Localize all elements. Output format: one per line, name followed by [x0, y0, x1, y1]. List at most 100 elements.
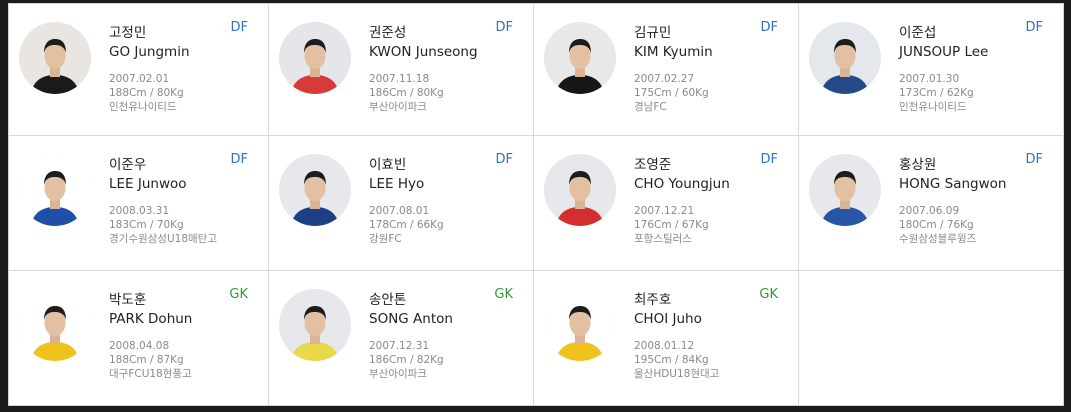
player-grid: DF 고정민 GO Jungmin 2007.02.01 188Cm / 80Kg 인천유… — [9, 4, 1063, 405]
player-info: 이준섭 JUNSOUP Lee 2007.01.30 173Cm / 62Kg 인천유나… — [899, 24, 988, 114]
player-meta: 2007.08.01 178Cm / 66Kg 강원FC — [369, 204, 444, 246]
player-birthdate: 2008.01.12 — [634, 340, 695, 352]
player-photo — [544, 22, 616, 94]
player-silhouette-icon — [19, 22, 91, 94]
player-height-weight: 180Cm / 76Kg — [899, 219, 974, 231]
player-silhouette-icon — [809, 22, 881, 94]
position-label: DF — [230, 20, 249, 35]
player-info: 홍상원 HONG Sangwon 2007.06.09 180Cm / 76Kg 수원삼… — [899, 156, 1006, 246]
player-team: 포항스틸러스 — [634, 233, 692, 245]
position-label: DF — [495, 152, 514, 167]
player-english-name: JUNSOUP Lee — [899, 44, 989, 60]
player-meta: 2008.04.08 188Cm / 87Kg 대구FCU18현풍고 — [109, 339, 192, 381]
player-card[interactable]: DF 조영준 CHO Youngjun 2007.12.21 176Cm / 67Kg 포… — [534, 136, 799, 271]
player-photo — [19, 154, 91, 226]
position-label: DF — [1025, 20, 1044, 35]
player-team: 경기수원삼성U18매탄고 — [109, 233, 217, 245]
player-korean-name: 송안톤 — [369, 292, 407, 308]
player-silhouette-icon — [279, 289, 351, 361]
player-english-name: CHO Youngjun — [634, 176, 730, 192]
player-info: 이준우 LEE Junwoo 2008.03.31 183Cm / 70Kg 경기수원삼… — [109, 156, 217, 246]
player-english-name: LEE Junwoo — [109, 176, 187, 192]
player-korean-name: 조영준 — [634, 157, 672, 173]
player-card[interactable]: DF 이준우 LEE Junwoo 2008.03.31 183Cm / 70Kg 경기수… — [9, 136, 269, 271]
player-info: 김규민 KIM Kyumin 2007.02.27 175Cm / 60Kg 경남FC — [634, 24, 713, 114]
player-english-name: PARK Dohun — [109, 311, 193, 327]
player-korean-name: 최주호 — [634, 292, 672, 308]
player-silhouette-icon — [809, 154, 881, 226]
player-photo — [809, 154, 881, 226]
player-photo — [544, 289, 616, 361]
player-height-weight: 186Cm / 80Kg — [369, 87, 444, 99]
player-height-weight: 195Cm / 84Kg — [634, 354, 709, 366]
player-silhouette-icon — [544, 22, 616, 94]
player-info: 고정민 GO Jungmin 2007.02.01 188Cm / 80Kg 인천유나이… — [109, 24, 190, 114]
player-birthdate: 2007.01.30 — [899, 73, 960, 85]
position-label: GK — [229, 287, 248, 302]
position-label: GK — [759, 287, 778, 302]
player-korean-name: 권준성 — [369, 25, 407, 41]
player-team: 인천유나이티드 — [899, 101, 967, 113]
player-silhouette-icon — [544, 289, 616, 361]
player-meta: 2007.12.31 186Cm / 82Kg 부산아이파크 — [369, 339, 453, 381]
player-height-weight: 183Cm / 70Kg — [109, 219, 184, 231]
player-korean-name: 김규민 — [634, 25, 672, 41]
player-info: 조영준 CHO Youngjun 2007.12.21 176Cm / 67Kg 포항스… — [634, 156, 730, 246]
player-english-name: GO Jungmin — [109, 44, 190, 60]
player-info: 박도훈 PARK Dohun 2008.04.08 188Cm / 87Kg 대구FCU… — [109, 291, 192, 381]
player-birthdate: 2008.03.31 — [109, 205, 170, 217]
player-birthdate: 2007.06.09 — [899, 205, 960, 217]
position-label: DF — [230, 152, 249, 167]
player-english-name: HONG Sangwon — [899, 176, 1007, 192]
player-photo — [279, 289, 351, 361]
player-silhouette-icon — [19, 154, 91, 226]
player-english-name: KIM Kyumin — [634, 44, 713, 60]
player-birthdate: 2008.04.08 — [109, 340, 170, 352]
player-card[interactable]: GK 최주호 CHOI Juho 2008.01.12 195Cm / 84Kg 울산HD… — [534, 271, 799, 405]
position-label: GK — [494, 287, 513, 302]
player-silhouette-icon — [279, 154, 351, 226]
player-team: 부산아이파크 — [369, 368, 427, 380]
player-height-weight: 176Cm / 67Kg — [634, 219, 709, 231]
player-height-weight: 186Cm / 82Kg — [369, 354, 444, 366]
player-meta: 2008.03.31 183Cm / 70Kg 경기수원삼성U18매탄고 — [109, 204, 217, 246]
player-photo — [279, 22, 351, 94]
player-card[interactable]: DF 권준성 KWON Junseong 2007.11.18 186Cm / 80Kg… — [269, 4, 534, 136]
player-height-weight: 178Cm / 66Kg — [369, 219, 444, 231]
player-silhouette-icon — [279, 22, 351, 94]
player-silhouette-icon — [19, 289, 91, 361]
player-info: 최주호 CHOI Juho 2008.01.12 195Cm / 84Kg 울산HDU1… — [634, 291, 719, 381]
player-height-weight: 188Cm / 87Kg — [109, 354, 184, 366]
player-birthdate: 2007.02.01 — [109, 73, 170, 85]
player-english-name: SONG Anton — [369, 311, 453, 327]
player-card[interactable]: GK 박도훈 PARK Dohun 2008.04.08 188Cm / 87Kg 대구F… — [9, 271, 269, 405]
player-english-name: LEE Hyo — [369, 176, 425, 192]
player-photo — [279, 154, 351, 226]
player-korean-name: 박도훈 — [109, 292, 147, 308]
player-meta: 2008.01.12 195Cm / 84Kg 울산HDU18현대고 — [634, 339, 719, 381]
player-birthdate: 2007.11.18 — [369, 73, 430, 85]
player-english-name: KWON Junseong — [369, 44, 478, 60]
player-birthdate: 2007.12.31 — [369, 340, 430, 352]
player-team: 울산HDU18현대고 — [634, 368, 720, 380]
player-card[interactable]: DF 이준섭 JUNSOUP Lee 2007.01.30 173Cm / 62Kg 인천… — [799, 4, 1063, 136]
player-card[interactable]: DF 이효빈 LEE Hyo 2007.08.01 178Cm / 66Kg 강원FC — [269, 136, 534, 271]
player-korean-name: 이준섭 — [899, 25, 937, 41]
player-korean-name: 이효빈 — [369, 157, 407, 173]
player-birthdate: 2007.08.01 — [369, 205, 430, 217]
player-team: 부산아이파크 — [369, 101, 427, 113]
player-photo — [544, 154, 616, 226]
player-english-name: CHOI Juho — [634, 311, 702, 327]
player-card[interactable]: DF 홍상원 HONG Sangwon 2007.06.09 180Cm / 76Kg 수… — [799, 136, 1063, 271]
position-label: DF — [760, 20, 779, 35]
player-info: 이효빈 LEE Hyo 2007.08.01 178Cm / 66Kg 강원FC — [369, 156, 444, 246]
player-team: 인천유나이티드 — [109, 101, 177, 113]
player-card[interactable]: DF 김규민 KIM Kyumin 2007.02.27 175Cm / 60Kg 경남F… — [534, 4, 799, 136]
player-korean-name: 고정민 — [109, 25, 147, 41]
player-meta: 2007.02.27 175Cm / 60Kg 경남FC — [634, 72, 713, 114]
player-card[interactable]: DF 고정민 GO Jungmin 2007.02.01 188Cm / 80Kg 인천유… — [9, 4, 269, 136]
empty-cell — [799, 271, 1063, 405]
position-label: DF — [760, 152, 779, 167]
player-meta: 2007.02.01 188Cm / 80Kg 인천유나이티드 — [109, 72, 190, 114]
player-card[interactable]: GK 송안톤 SONG Anton 2007.12.31 186Cm / 82Kg 부산아… — [269, 271, 534, 405]
